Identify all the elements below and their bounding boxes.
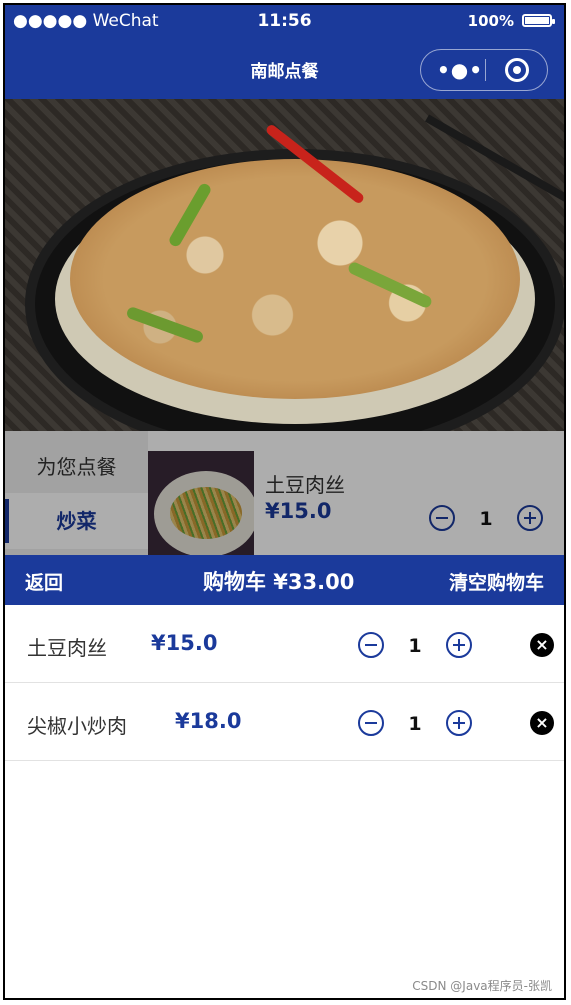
dish-price: ¥15.0 xyxy=(265,499,332,523)
status-bar: ●●●●● WeChat 11:56 100% xyxy=(5,5,564,39)
capsule-divider xyxy=(485,59,486,81)
cart-row: 尖椒小炒肉 ¥18.0 1 × xyxy=(5,683,564,761)
minus-icon[interactable] xyxy=(358,632,384,658)
battery-icon xyxy=(522,14,555,27)
dish-name: 土豆肉丝 xyxy=(265,473,345,497)
cart-bar: 返回 购物车 ¥33.00 清空购物车 xyxy=(5,555,564,605)
menu-capsule: •●• xyxy=(420,49,548,91)
cart-item-quantity: 1 xyxy=(408,635,422,657)
cart-item-price: ¥15.0 xyxy=(151,631,218,655)
cart-item-name: 土豆肉丝 xyxy=(27,636,107,660)
remove-icon[interactable]: × xyxy=(530,633,554,657)
cart-row: 土豆肉丝 ¥15.0 1 × xyxy=(5,605,564,683)
app-frame: ●●●●● WeChat 11:56 100% 南邮点餐 •●• 为您点餐 炒菜 xyxy=(3,3,566,1000)
navigation-bar: 南邮点餐 •●• xyxy=(5,39,564,99)
dish-banner-image xyxy=(5,99,564,431)
target-icon[interactable] xyxy=(505,58,529,82)
dish-thumbnail xyxy=(148,451,254,555)
cart-item-price: ¥18.0 xyxy=(175,709,242,733)
remove-icon[interactable]: × xyxy=(530,711,554,735)
clear-cart-button[interactable]: 清空购物车 xyxy=(449,568,544,595)
plus-icon[interactable] xyxy=(446,632,472,658)
category-sidebar: 为您点餐 炒菜 xyxy=(5,431,148,555)
watermark: CSDN @Java程序员-张凯 xyxy=(412,979,552,993)
more-dots-icon[interactable]: •●• xyxy=(437,60,483,80)
menu-section: 为您点餐 炒菜 土豆肉丝 ¥15.0 1 xyxy=(5,431,564,555)
battery-percent: 100% xyxy=(467,12,514,30)
back-button[interactable]: 返回 xyxy=(25,568,63,595)
dish-quantity: 1 xyxy=(479,508,493,530)
minus-icon[interactable] xyxy=(429,505,455,531)
minus-icon[interactable] xyxy=(358,710,384,736)
cart-item-quantity: 1 xyxy=(408,713,422,735)
plus-icon[interactable] xyxy=(517,505,543,531)
category-item[interactable]: 为您点餐 xyxy=(5,439,148,495)
plus-icon[interactable] xyxy=(446,710,472,736)
cart-item-name: 尖椒小炒肉 xyxy=(27,714,127,738)
cart-total: 购物车 ¥33.00 xyxy=(203,570,355,594)
category-item-active[interactable]: 炒菜 xyxy=(5,493,148,549)
